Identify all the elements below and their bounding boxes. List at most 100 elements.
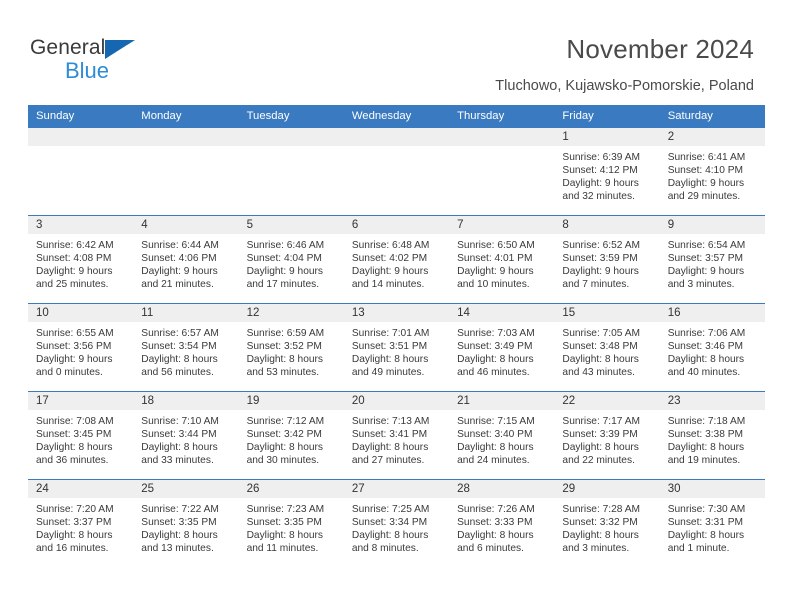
daylight-text-line2: and 49 minutes. xyxy=(351,367,425,379)
day-cell[interactable]: 29 Sunrise: 7:28 AM Sunset: 3:32 PM Dayl… xyxy=(554,480,660,567)
daylight-text-line1: Daylight: 8 hours xyxy=(351,530,429,542)
sunset-text: Sunset: 3:32 PM xyxy=(562,517,638,529)
day-cell[interactable]: 21 Sunrise: 7:15 AM Sunset: 3:40 PM Dayl… xyxy=(449,392,555,479)
day-number: 29 xyxy=(554,480,660,498)
day-cell[interactable]: 5 Sunrise: 6:46 AM Sunset: 4:04 PM Dayli… xyxy=(238,216,344,303)
day-cell[interactable]: 8 Sunrise: 6:52 AM Sunset: 3:59 PM Dayli… xyxy=(554,216,660,303)
day-cell[interactable]: 7 Sunrise: 6:50 AM Sunset: 4:01 PM Dayli… xyxy=(449,216,555,303)
day-number xyxy=(133,128,239,146)
daylight-text-line2: and 43 minutes. xyxy=(562,367,635,379)
daylight-text-line2: and 3 minutes. xyxy=(562,543,630,555)
day-cell[interactable]: 27 Sunrise: 7:25 AM Sunset: 3:34 PM Dayl… xyxy=(343,480,450,567)
day-cell[interactable]: 2 Sunrise: 6:41 AM Sunset: 4:10 PM Dayli… xyxy=(659,128,765,215)
day-cell[interactable]: 4 Sunrise: 6:44 AM Sunset: 4:06 PM Dayli… xyxy=(133,216,239,303)
day-cell[interactable] xyxy=(343,128,450,215)
day-cell[interactable]: 28 Sunrise: 7:26 AM Sunset: 3:33 PM Dayl… xyxy=(449,480,555,567)
sunrise-text: Sunrise: 7:20 AM xyxy=(36,504,114,515)
day-number: 22 xyxy=(554,392,660,410)
general-blue-logo[interactable]: General Blue xyxy=(30,36,160,88)
daylight-text-line1: Daylight: 8 hours xyxy=(36,530,113,542)
day-number: 15 xyxy=(554,304,660,322)
daylight-text-line2: and 16 minutes. xyxy=(36,543,109,555)
sunrise-text: Sunrise: 7:03 AM xyxy=(457,328,535,339)
day-details: Sunrise: 6:52 AM Sunset: 3:59 PM Dayligh… xyxy=(554,234,659,291)
day-number: 2 xyxy=(659,128,765,146)
calendar-week-row: 17 Sunrise: 7:08 AM Sunset: 3:45 PM Dayl… xyxy=(28,391,765,479)
day-cell[interactable]: 6 Sunrise: 6:48 AM Sunset: 4:02 PM Dayli… xyxy=(343,216,450,303)
sunrise-text: Sunrise: 6:54 AM xyxy=(667,240,746,251)
sunrise-text: Sunrise: 7:13 AM xyxy=(351,416,430,427)
sunset-text: Sunset: 3:56 PM xyxy=(36,341,112,353)
sunset-text: Sunset: 4:06 PM xyxy=(141,253,217,265)
daylight-text-line1: Daylight: 8 hours xyxy=(457,530,534,542)
daylight-text-line2: and 32 minutes. xyxy=(562,191,635,203)
daylight-text-line2: and 27 minutes. xyxy=(351,455,425,467)
day-details: Sunrise: 7:28 AM Sunset: 3:32 PM Dayligh… xyxy=(554,498,659,555)
daylight-text-line2: and 33 minutes. xyxy=(141,455,214,467)
day-cell[interactable]: 11 Sunrise: 6:57 AM Sunset: 3:54 PM Dayl… xyxy=(133,304,239,391)
day-details xyxy=(28,146,133,151)
day-details: Sunrise: 7:23 AM Sunset: 3:35 PM Dayligh… xyxy=(239,498,344,555)
sunrise-text: Sunrise: 7:23 AM xyxy=(246,504,325,515)
day-cell[interactable]: 26 Sunrise: 7:23 AM Sunset: 3:35 PM Dayl… xyxy=(238,480,344,567)
day-cell[interactable]: 12 Sunrise: 6:59 AM Sunset: 3:52 PM Dayl… xyxy=(238,304,344,391)
day-cell[interactable]: 17 Sunrise: 7:08 AM Sunset: 3:45 PM Dayl… xyxy=(28,392,134,479)
sunrise-text: Sunrise: 7:10 AM xyxy=(141,416,219,427)
daylight-text-line1: Daylight: 9 hours xyxy=(457,266,534,278)
sunrise-text: Sunrise: 7:12 AM xyxy=(246,416,325,427)
day-cell[interactable]: 22 Sunrise: 7:17 AM Sunset: 3:39 PM Dayl… xyxy=(554,392,660,479)
day-cell[interactable]: 30 Sunrise: 7:30 AM Sunset: 3:31 PM Dayl… xyxy=(659,480,765,567)
day-cell[interactable] xyxy=(133,128,239,215)
sunset-text: Sunset: 3:51 PM xyxy=(351,341,428,353)
sunset-text: Sunset: 3:33 PM xyxy=(457,517,533,529)
daylight-text-line1: Daylight: 8 hours xyxy=(457,354,534,366)
day-cell[interactable]: 16 Sunrise: 7:06 AM Sunset: 3:46 PM Dayl… xyxy=(659,304,765,391)
day-details: Sunrise: 6:42 AM Sunset: 4:08 PM Dayligh… xyxy=(28,234,133,291)
day-cell[interactable]: 20 Sunrise: 7:13 AM Sunset: 3:41 PM Dayl… xyxy=(343,392,450,479)
day-cell[interactable]: 18 Sunrise: 7:10 AM Sunset: 3:44 PM Dayl… xyxy=(133,392,239,479)
day-cell[interactable] xyxy=(28,128,134,215)
calendar-week-row: 3 Sunrise: 6:42 AM Sunset: 4:08 PM Dayli… xyxy=(28,215,765,303)
day-cell[interactable]: 23 Sunrise: 7:18 AM Sunset: 3:38 PM Dayl… xyxy=(659,392,765,479)
sunrise-text: Sunrise: 7:08 AM xyxy=(36,416,114,427)
day-details: Sunrise: 7:01 AM Sunset: 3:51 PM Dayligh… xyxy=(344,322,449,379)
daylight-text-line2: and 22 minutes. xyxy=(562,455,635,467)
day-cell[interactable]: 14 Sunrise: 7:03 AM Sunset: 3:49 PM Dayl… xyxy=(449,304,555,391)
day-cell[interactable]: 25 Sunrise: 7:22 AM Sunset: 3:35 PM Dayl… xyxy=(133,480,239,567)
day-number: 12 xyxy=(238,304,344,322)
daylight-text-line2: and 30 minutes. xyxy=(246,455,320,467)
day-cell[interactable]: 3 Sunrise: 6:42 AM Sunset: 4:08 PM Dayli… xyxy=(28,216,134,303)
day-cell[interactable]: 1 Sunrise: 6:39 AM Sunset: 4:12 PM Dayli… xyxy=(554,128,660,215)
day-details: Sunrise: 7:26 AM Sunset: 3:33 PM Dayligh… xyxy=(449,498,554,555)
sunrise-text: Sunrise: 6:46 AM xyxy=(246,240,325,251)
sunset-text: Sunset: 4:04 PM xyxy=(246,253,322,265)
sunset-text: Sunset: 3:41 PM xyxy=(351,429,428,441)
day-number: 19 xyxy=(238,392,344,410)
sunset-text: Sunset: 3:44 PM xyxy=(141,429,217,441)
sunrise-text: Sunrise: 7:17 AM xyxy=(562,416,640,427)
day-cell[interactable]: 19 Sunrise: 7:12 AM Sunset: 3:42 PM Dayl… xyxy=(238,392,344,479)
day-number: 25 xyxy=(133,480,239,498)
day-cell[interactable] xyxy=(238,128,344,215)
daylight-text-line1: Daylight: 8 hours xyxy=(351,442,429,454)
daylight-text-line1: Daylight: 8 hours xyxy=(667,530,745,542)
day-cell[interactable]: 13 Sunrise: 7:01 AM Sunset: 3:51 PM Dayl… xyxy=(343,304,450,391)
day-cell[interactable] xyxy=(449,128,555,215)
daylight-text-line2: and 46 minutes. xyxy=(457,367,530,379)
sunset-text: Sunset: 3:46 PM xyxy=(667,341,744,353)
day-number: 23 xyxy=(659,392,765,410)
day-number: 4 xyxy=(133,216,239,234)
day-cell[interactable]: 9 Sunrise: 6:54 AM Sunset: 3:57 PM Dayli… xyxy=(659,216,765,303)
daylight-text-line1: Daylight: 9 hours xyxy=(667,266,745,278)
day-number: 18 xyxy=(133,392,239,410)
page-title: November 2024 xyxy=(566,34,754,64)
day-cell[interactable]: 15 Sunrise: 7:05 AM Sunset: 3:48 PM Dayl… xyxy=(554,304,660,391)
day-cell[interactable]: 10 Sunrise: 6:55 AM Sunset: 3:56 PM Dayl… xyxy=(28,304,134,391)
sunset-text: Sunset: 3:49 PM xyxy=(457,341,533,353)
day-number: 6 xyxy=(343,216,450,234)
sunset-text: Sunset: 3:45 PM xyxy=(36,429,112,441)
day-cell[interactable]: 24 Sunrise: 7:20 AM Sunset: 3:37 PM Dayl… xyxy=(28,480,134,567)
daylight-text-line1: Daylight: 8 hours xyxy=(36,442,113,454)
sunrise-text: Sunrise: 6:44 AM xyxy=(141,240,219,251)
day-number: 7 xyxy=(449,216,555,234)
